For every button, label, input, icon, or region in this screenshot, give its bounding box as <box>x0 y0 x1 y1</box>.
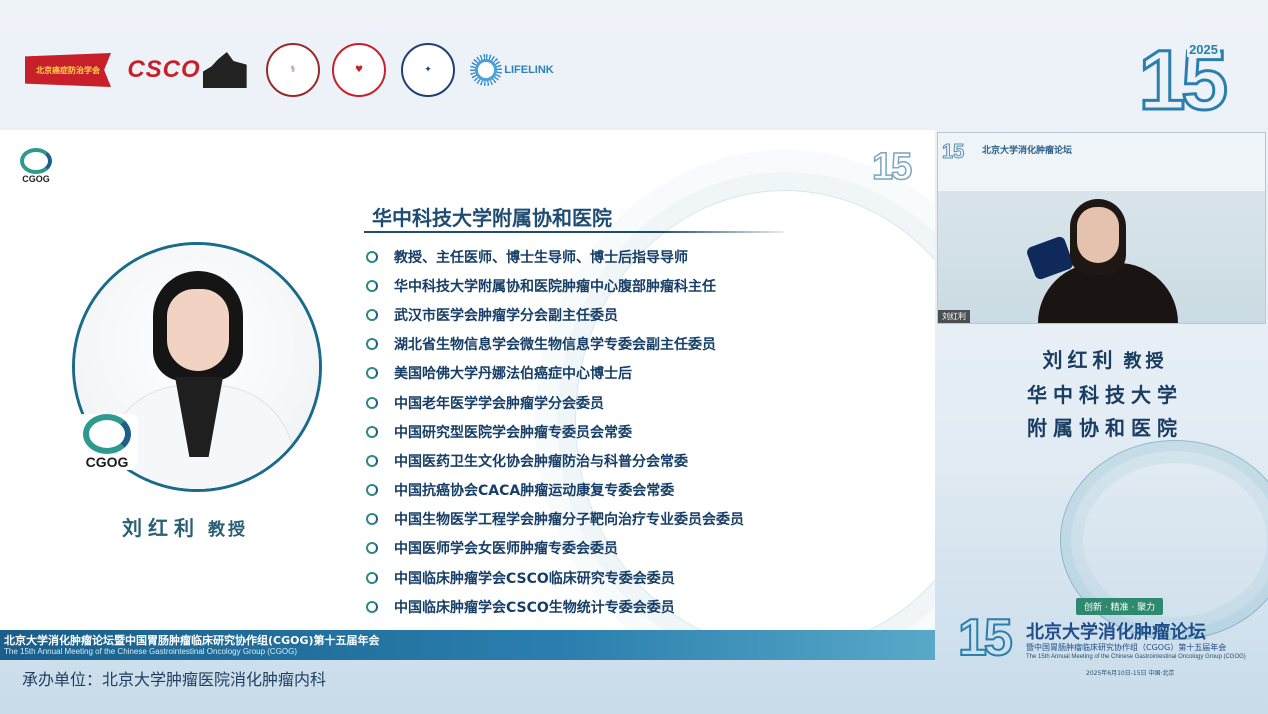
video-screen-title: 北京大学消化肿瘤论坛 <box>982 146 1073 156</box>
video-15-logo: 15 <box>941 141 965 164</box>
credential-item: 中国临床肿瘤学会CSCO生物统计专委会委员 <box>366 592 744 621</box>
csco-logo: CSCO <box>124 42 250 98</box>
credential-text: 中国医师学会女医师肿瘤专委会委员 <box>394 541 618 558</box>
cgog-logo-text: CGOG <box>22 174 50 184</box>
credential-item: 中国医药卫生文化协会肿瘤防治与科普分会常委 <box>366 446 744 475</box>
credential-item: 中国研究型医院学会肿瘤专委员会常委 <box>366 417 744 446</box>
credential-text: 中国研究型医院学会肿瘤专委员会常委 <box>394 424 632 441</box>
credential-text: 中国生物医学工程学会肿瘤分子靶向治疗专业委员会委员 <box>394 512 744 529</box>
credential-text: 教授、主任医师、博士生导师、博士后指导导师 <box>394 249 688 266</box>
credential-item: 中国医师学会女医师肿瘤专委会委员 <box>366 534 744 563</box>
video-background-screen: 15 北京大学消化肿瘤论坛 <box>938 133 1265 191</box>
cgog-swirl-icon <box>20 148 52 174</box>
cgog-logo-large: CGOG <box>76 414 138 470</box>
credential-item: 中国生物医学工程学会肿瘤分子靶向治疗专业委员会委员 <box>366 505 744 534</box>
cgog-bullet-icon <box>366 425 378 438</box>
jmcm-seal-logo: ✦ <box>400 42 456 98</box>
cgog-bullet-icon <box>366 542 378 555</box>
credential-item: 湖北省生物信息学会微生物信息学专委会副主任委员 <box>366 330 744 359</box>
forum-logo-block: 创新 · 精准 · 聚力 15 北京大学消化肿瘤论坛 暨中国胃肠肿瘤临床研究协作… <box>957 598 1258 682</box>
forum-date: 2025年6月10日-15日 中国·北京 <box>1086 670 1175 677</box>
cgog-bullet-icon <box>366 600 378 613</box>
credential-text: 中国临床肿瘤学会CSCO临床研究专委会委员 <box>394 570 675 587</box>
cgog-bullet-icon <box>366 484 378 497</box>
credential-text: 中国临床肿瘤学会CSCO生物统计专委会委员 <box>394 599 675 616</box>
card-speaker-title: 教授 <box>1123 351 1168 372</box>
cgog-bullet-icon <box>366 571 378 584</box>
cgog-logo-small: CGOG <box>18 148 54 184</box>
presentation-slide: CGOG 15 CGOG 刘红利 教授 华中科技大学附属协和医院 教授、主任医师、… <box>0 130 935 660</box>
jmcm-seal-icon: ✦ <box>401 43 455 97</box>
credential-item: 华中科技大学附属协和医院肿瘤中心腹部肿瘤科主任 <box>366 271 744 300</box>
speaker-card: 刘红利 教授 华中科技大学 附属协和医院 <box>1010 344 1200 445</box>
credential-text: 湖北省生物信息学会微生物信息学专委会副主任委员 <box>394 337 716 354</box>
cgog-swirl-icon <box>83 414 131 454</box>
great-wall-icon <box>202 52 247 88</box>
cgog-logo-text: CGOG <box>85 454 129 470</box>
speaker-video-feed: 15 北京大学消化肿瘤论坛 刘红利 <box>937 132 1266 324</box>
caca-seal-logo: ⚕ <box>265 42 321 98</box>
forum-title: 北京大学消化肿瘤论坛 <box>1026 622 1206 643</box>
cgog-bullet-icon <box>366 338 378 351</box>
banner-title-en: The 15th Annual Meeting of the Chinese G… <box>4 647 298 656</box>
cgog-bullet-icon <box>366 513 378 526</box>
credential-text: 武汉市医学会肿瘤学分会副主任委员 <box>394 307 618 324</box>
cgog-bullet-icon <box>366 250 378 263</box>
credentials-list: 教授、主任医师、博士生导师、博士后指导导师华中科技大学附属协和医院肿瘤中心腹部肿… <box>366 242 744 621</box>
credential-item: 教授、主任医师、博士生导师、博士后指导导师 <box>366 242 744 271</box>
caca-seal-icon: ⚕ <box>266 43 320 97</box>
credential-item: 中国抗癌协会CACA肿瘤运动康复专委会常委 <box>366 476 744 505</box>
video-participant-label: 刘红利 <box>938 310 970 323</box>
cgog-bullet-icon <box>366 396 378 409</box>
cgog-bullet-icon <box>366 367 378 380</box>
credential-item: 美国哈佛大学丹娜法伯癌症中心博士后 <box>366 359 744 388</box>
speaker-title-text: 教授 <box>208 520 248 540</box>
forum-tagline: 创新 · 精准 · 聚力 <box>1076 598 1164 615</box>
csco-logo-text: CSCO <box>127 56 201 83</box>
title-divider <box>364 231 784 233</box>
cancer-society-flag-logo: 北京癌症防治学会 <box>22 42 114 98</box>
credential-text: 中国医药卫生文化协会肿瘤防治与科普分会常委 <box>394 453 688 470</box>
sponsor-logo-bar: 北京癌症防治学会 CSCO ⚕ ♥ ✦ LIFELINK 15 2025 <box>0 0 1268 128</box>
credential-text: 中国抗癌协会CACA肿瘤运动康复专委会常委 <box>394 483 675 500</box>
flag-logo-text: 北京癌症防治学会 <box>36 65 100 75</box>
cmwa-heart-icon: ♥ <box>332 43 386 97</box>
credential-text: 华中科技大学附属协和医院肿瘤中心腹部肿瘤科主任 <box>394 278 716 295</box>
credential-text: 中国老年医学学会肿瘤学分会委员 <box>394 395 604 412</box>
host-organizer: 承办单位：北京大学肿瘤医院消化肿瘤内科 <box>22 670 327 689</box>
banner-title-cn: 北京大学消化肿瘤论坛暨中国胃肠肿瘤临床研究协作组(CGOG)第十五届年会 <box>4 634 380 647</box>
cgog-bullet-icon <box>366 279 378 292</box>
lifelink-logo: LIFELINK <box>467 42 557 98</box>
forum-15-logo: 15 <box>957 609 1014 667</box>
card-affiliation-line1: 华中科技大学 <box>1027 383 1183 407</box>
card-affiliation-line2: 附属协和医院 <box>1027 416 1183 440</box>
cmwa-seal-logo: ♥ <box>331 42 387 98</box>
slide-15-logo: 15 <box>871 145 913 189</box>
cgog-bullet-icon <box>366 454 378 467</box>
anniversary-year: 2025 <box>1187 42 1220 57</box>
speaker-name-text: 刘红利 <box>122 516 200 540</box>
meeting-banner: 北京大学消化肿瘤论坛暨中国胃肠肿瘤临床研究协作组(CGOG)第十五届年会 The… <box>0 630 935 660</box>
forum-subtitle: 暨中国胃肠肿瘤临床研究协作组（CGOG）第十五届年会 <box>1026 643 1227 652</box>
credential-item: 中国老年医学学会肿瘤学分会委员 <box>366 388 744 417</box>
cgog-bullet-icon <box>366 308 378 321</box>
lifelink-dots-icon <box>470 54 503 86</box>
forum-english-title: The 15th Annual Meeting of the Chinese G… <box>1026 654 1246 660</box>
lifelink-logo-text: LIFELINK <box>504 64 554 76</box>
institution-title: 华中科技大学附属协和医院 <box>372 206 612 230</box>
card-speaker-name: 刘红利 <box>1042 348 1118 372</box>
credential-item: 中国临床肿瘤学会CSCO临床研究专委会委员 <box>366 563 744 592</box>
credential-text: 美国哈佛大学丹娜法伯癌症中心博士后 <box>394 366 632 383</box>
speaker-name: 刘红利 教授 <box>122 512 248 541</box>
credential-item: 武汉市医学会肿瘤学分会副主任委员 <box>366 300 744 329</box>
